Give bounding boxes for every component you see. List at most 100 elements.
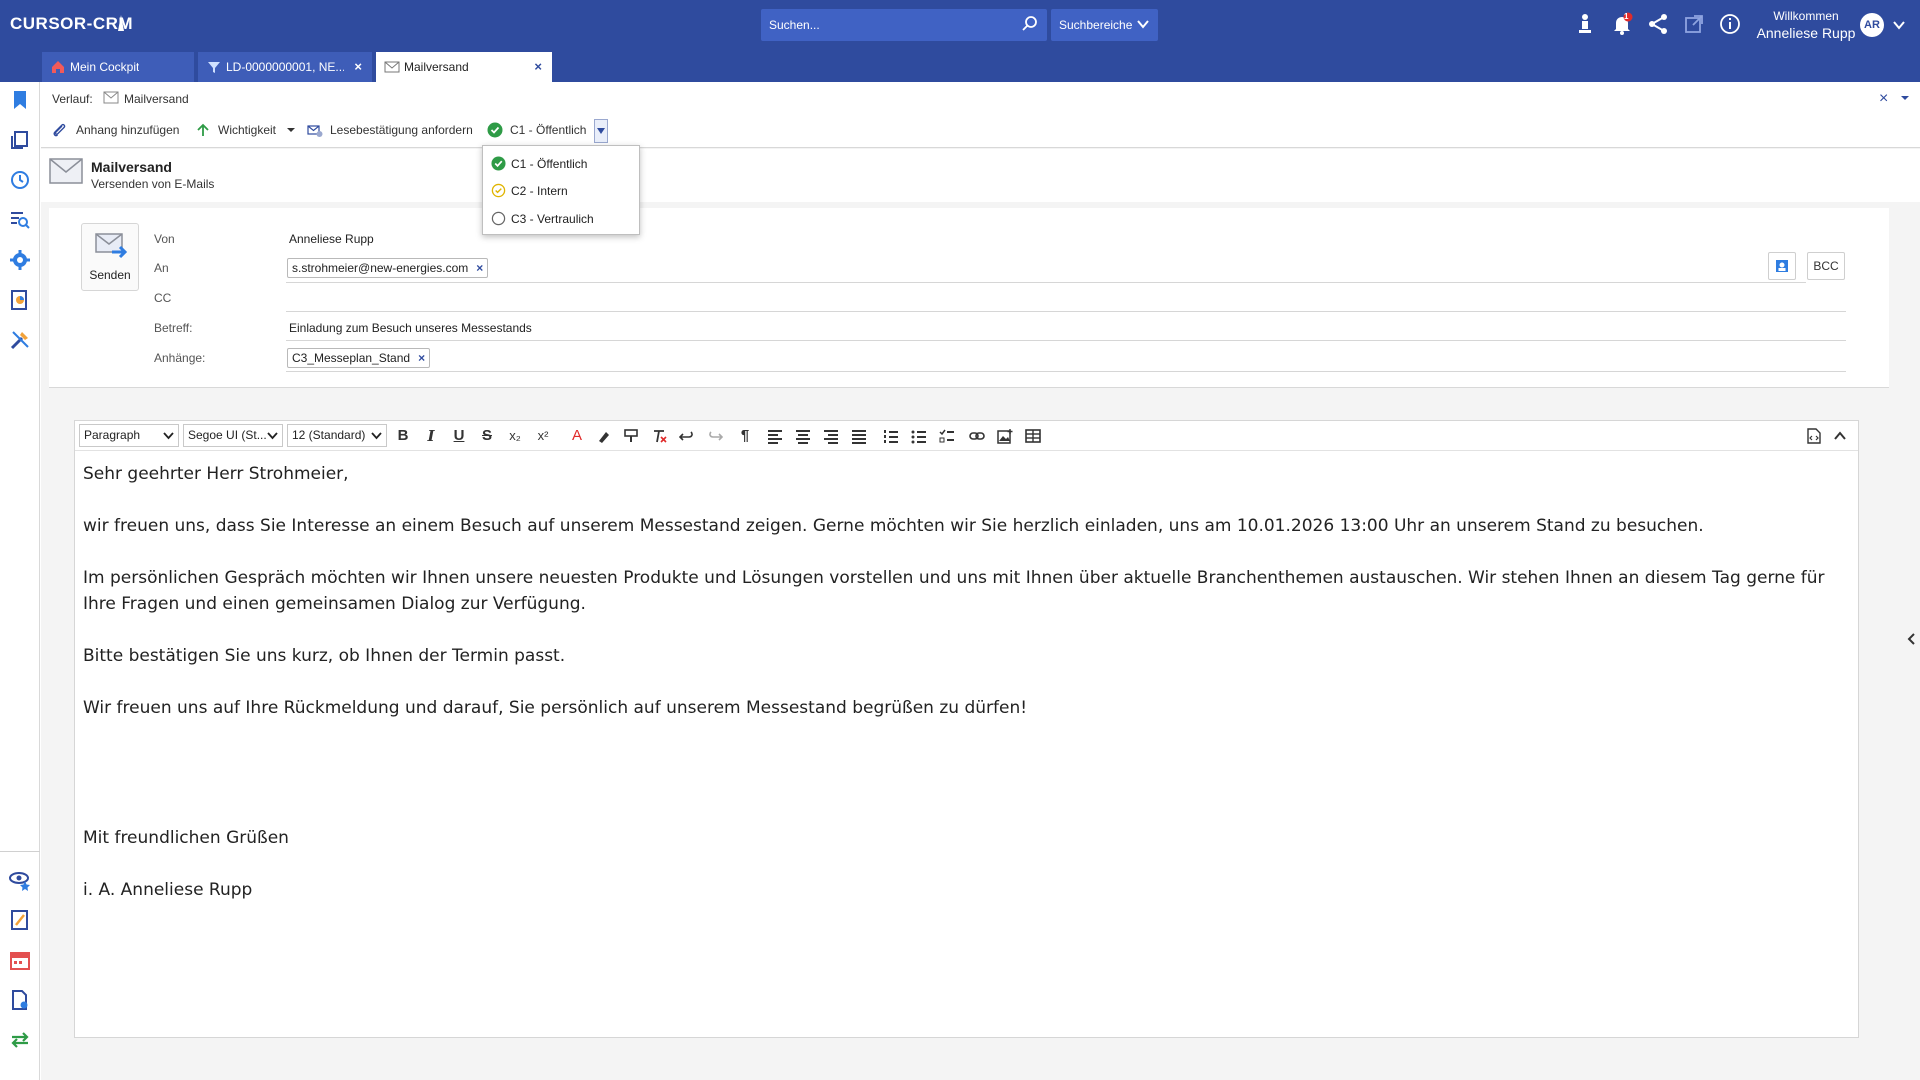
top-bar: CURSOR-CRM Suchen... Suchbereiche 1 Will… (0, 0, 1920, 49)
to-label: An (154, 261, 169, 275)
chart-report-icon[interactable] (8, 288, 32, 312)
align-center-icon[interactable] (795, 428, 811, 444)
attachment-chip[interactable]: C3_Messeplan_Stand × (287, 348, 431, 368)
chess-piece-icon[interactable] (1573, 12, 1597, 36)
recipient-email: s.strohmeier@new-energies.com (292, 261, 469, 275)
app-logo[interactable]: CURSOR-CRM (10, 14, 133, 34)
add-attachment-button[interactable]: Anhang hinzufügen (76, 123, 179, 137)
chevron-down-icon[interactable] (1899, 92, 1911, 104)
request-read-receipt-button[interactable]: Lesebestätigung anfordern (330, 123, 473, 137)
subscript-button[interactable]: x₂ (505, 426, 525, 446)
mail-paragraph: Wir freuen uns auf Ihre Rückmeldung und … (83, 698, 1028, 718)
send-button[interactable]: Senden (81, 223, 139, 291)
mail-paragraph: wir freuen uns, dass Sie Interesse an ei… (83, 516, 1704, 536)
share-icon[interactable] (1646, 12, 1670, 36)
close-view-icon[interactable]: × (1879, 90, 1888, 108)
italic-button[interactable]: I (421, 426, 441, 446)
source-code-icon[interactable] (1806, 428, 1822, 444)
chevron-down-icon[interactable] (1892, 18, 1906, 32)
gear-icon[interactable] (8, 248, 32, 272)
document-settings-icon[interactable] (8, 988, 32, 1012)
tab-mailversand[interactable]: Mailversand × (376, 52, 552, 82)
show-blocks-icon[interactable]: ¶ (735, 426, 755, 446)
bullet-list-icon[interactable] (911, 428, 927, 444)
classification-dropdown-toggle[interactable] (594, 119, 608, 143)
module-subtitle: Versenden von E-Mails (91, 177, 215, 191)
strikethrough-button[interactable]: S (477, 426, 497, 446)
calendar-icon[interactable] (8, 948, 32, 972)
subject-label: Betreff: (154, 321, 193, 335)
remove-attachment-icon[interactable]: × (418, 351, 425, 365)
redo-icon[interactable] (707, 428, 723, 444)
rich-text-editor[interactable]: Paragraph Segoe UI (St... 12 (Standard) … (74, 420, 1859, 1038)
info-icon[interactable] (1718, 12, 1742, 36)
block-format-select[interactable]: Paragraph (79, 424, 179, 447)
search-scope-dropdown[interactable]: Suchbereiche (1051, 9, 1158, 41)
tab-bar: Mein Cockpit LD-0000000001, NE... × Mail… (0, 49, 1920, 82)
insert-image-icon[interactable] (997, 428, 1013, 444)
remove-recipient-icon[interactable]: × (476, 261, 483, 275)
bold-button[interactable]: B (393, 426, 413, 446)
numbered-list-icon[interactable] (883, 428, 899, 444)
chevron-up-icon[interactable] (1832, 428, 1848, 444)
search-list-icon[interactable] (8, 208, 32, 232)
close-tab-icon[interactable]: × (354, 59, 362, 74)
bell-icon[interactable] (1610, 12, 1634, 36)
global-search[interactable]: Suchen... (761, 9, 1047, 41)
cc-field[interactable] (286, 311, 1846, 312)
check-circle-outline-icon (491, 183, 506, 198)
bookmark-icon[interactable] (8, 88, 32, 112)
classification-option-c1[interactable]: C1 - Öffentlich (491, 153, 631, 175)
user-avatar[interactable]: AR (1860, 13, 1884, 37)
bcc-button[interactable]: BCC (1807, 252, 1845, 280)
copy-icon[interactable] (8, 128, 32, 152)
sync-icon[interactable] (8, 1028, 32, 1052)
align-justify-icon[interactable] (851, 428, 867, 444)
note-edit-icon[interactable] (8, 908, 32, 932)
welcome-block[interactable]: Willkommen Anneliese Rupp (1750, 9, 1862, 41)
tools-icon[interactable] (8, 328, 32, 352)
check-circle-icon (487, 122, 503, 138)
external-link-icon[interactable] (1682, 12, 1706, 36)
font-size-select[interactable]: 12 (Standard) (287, 424, 387, 447)
watch-star-icon[interactable] (8, 868, 32, 892)
close-tab-icon[interactable]: × (534, 59, 542, 74)
caret-down-icon[interactable] (286, 125, 296, 135)
classification-option-c2[interactable]: C2 - Intern (491, 180, 631, 202)
classification-selected[interactable]: C1 - Öffentlich (510, 123, 586, 137)
format-painter-icon[interactable] (623, 428, 639, 444)
editor-body[interactable]: Sehr geehrter Herr Strohmeier, wir freue… (83, 461, 1843, 929)
envelope-icon (49, 158, 83, 184)
tab-mein-cockpit[interactable]: Mein Cockpit (42, 52, 194, 82)
font-color-icon[interactable]: A (567, 426, 587, 446)
search-icon[interactable] (1021, 15, 1039, 33)
link-icon[interactable] (969, 428, 985, 444)
checklist-icon[interactable] (939, 428, 955, 444)
chevron-left-icon[interactable] (1906, 632, 1918, 646)
arrow-up-icon (197, 123, 209, 136)
table-icon[interactable] (1025, 428, 1041, 444)
underline-button[interactable]: U (449, 426, 469, 446)
font-family-select[interactable]: Segoe UI (St... (183, 424, 283, 447)
tab-lead[interactable]: LD-0000000001, NE... × (198, 52, 372, 82)
to-recipient-chip[interactable]: s.strohmeier@new-energies.com × (287, 258, 489, 278)
breadcrumb: Verlauf: Mailversand × (41, 82, 1920, 114)
welcome-label: Willkommen (1773, 9, 1839, 23)
align-right-icon[interactable] (823, 428, 839, 444)
chevron-down-icon (1137, 20, 1149, 29)
highlighter-icon[interactable] (596, 428, 612, 444)
align-left-icon[interactable] (767, 428, 783, 444)
clear-format-icon[interactable] (651, 428, 667, 444)
to-field-underline[interactable] (286, 282, 1806, 283)
history-icon[interactable] (8, 168, 32, 192)
classification-option-c3[interactable]: C3 - Vertraulich (491, 208, 631, 230)
address-book-button[interactable] (1768, 252, 1796, 280)
address-book-icon (1776, 260, 1788, 272)
breadcrumb-current[interactable]: Mailversand (124, 92, 189, 106)
subject-input[interactable]: Einladung zum Besuch unseres Messestands (289, 321, 532, 335)
radio-empty-icon (491, 211, 506, 226)
undo-icon[interactable] (679, 428, 695, 444)
priority-dropdown[interactable]: Wichtigkeit (218, 123, 276, 137)
superscript-button[interactable]: x² (533, 426, 553, 446)
rail-divider (0, 851, 40, 852)
